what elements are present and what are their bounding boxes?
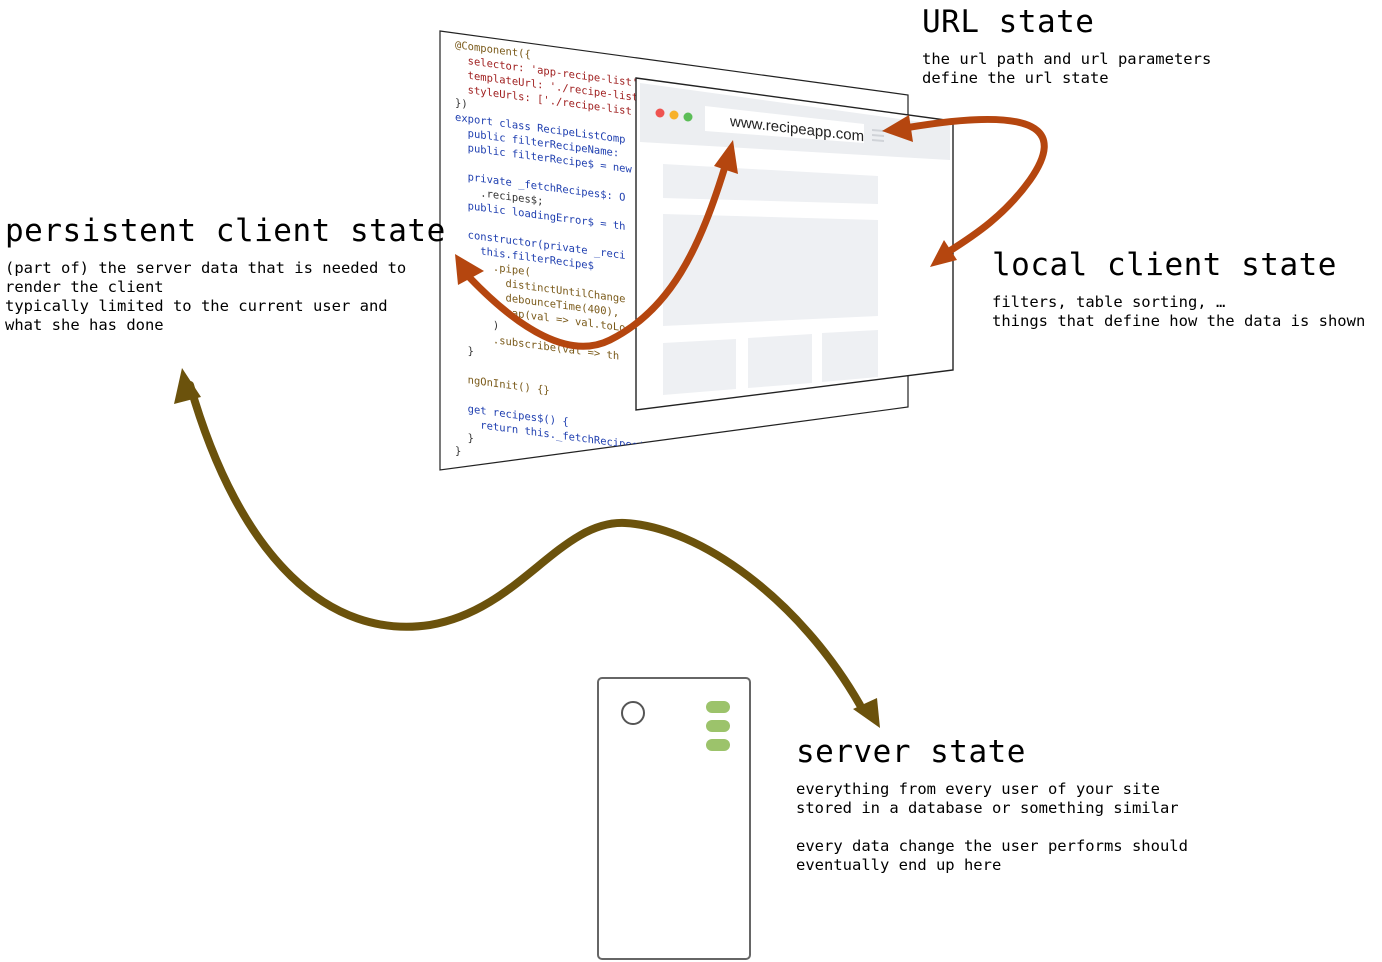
code-line: } [455,431,474,445]
page-card-placeholder [663,339,736,395]
code-line: } [455,445,461,458]
power-button-icon [621,701,645,725]
url-state-title: URL state [922,4,1095,40]
server-led-icon [706,739,730,751]
server-state-label: server state everything from every user … [796,734,1188,875]
maximize-dot-icon [683,112,693,122]
server-state-title: server state [796,734,1026,770]
url-state-label: URL state the url path and url parameter… [922,4,1211,88]
page-content-placeholder [663,214,878,326]
minimize-dot-icon [669,110,679,120]
close-dot-icon [655,108,665,118]
url-state-description: the url path and url parameters define t… [922,50,1212,87]
persistent-client-state-label: persistent client state (part of) the se… [5,213,446,335]
persistent-client-state-description: (part of) the server data that is needed… [5,259,407,334]
code-line: } [455,344,474,358]
server-led-icon [706,701,730,713]
code-line: }) [455,97,468,111]
server-box [597,677,751,960]
local-client-state-description: filters, table sorting, … things that de… [992,293,1366,330]
server-led-icon [706,720,730,732]
local-client-state-label: local client state filters, table sortin… [992,247,1365,331]
local-client-state-title: local client state [992,247,1337,283]
server-state-description: everything from every user of your site … [796,780,1188,874]
persistent-client-state-title: persistent client state [5,213,446,249]
page-card-placeholder [822,330,878,382]
page-card-placeholder [748,334,812,388]
